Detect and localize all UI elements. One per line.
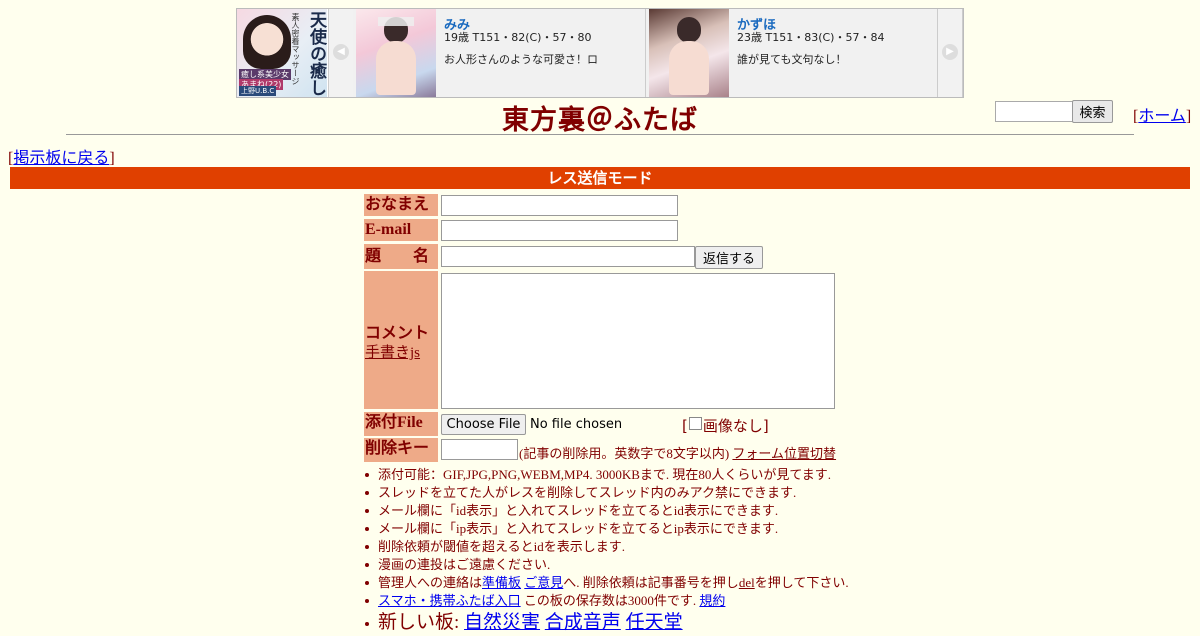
home-link-wrap: [ホーム] (1133, 102, 1191, 126)
list-item: 削除依頼が閾値を超えるとidを表示します. (364, 538, 849, 556)
back-to-board-link[interactable]: 掲示板に戻る (13, 150, 109, 167)
ad-photo-head (677, 17, 701, 43)
comment-textarea[interactable] (441, 273, 835, 409)
comment-label-cell: コメント 手書きjs (364, 271, 438, 409)
choose-file-button[interactable]: Choose File (441, 414, 526, 435)
list-item: スマホ・携帯ふたば入口 この板の保存数は3000件です. 規約 (364, 592, 849, 610)
ad-card-stats: 19歳 T151・82(C)・57・80 (444, 31, 592, 44)
feedback-link[interactable]: ご意見 (524, 575, 563, 590)
ad-banner-image[interactable]: 天使の癒し 素人密着マッサージ 癒し系美少女 あまね(22) 上野U.B.C (237, 9, 327, 97)
list-item: 添付可能：GIF,JPG,PNG,WEBM,MP4. 3000KBまで. 現在8… (364, 466, 849, 484)
home-link[interactable]: ホーム (1138, 108, 1186, 125)
chevron-left-icon: ◀ (333, 44, 349, 60)
bracket: ] (1185, 108, 1192, 125)
divider (66, 134, 1134, 135)
search-button[interactable]: 検索 (1072, 100, 1113, 123)
subject-field[interactable] (441, 246, 695, 267)
ad-photo-body (376, 41, 416, 95)
ad-photo-blur (378, 17, 414, 26)
list-item: 新しい板: 自然災害 合成音声 任天堂 (364, 610, 849, 634)
list-item: メール欄に「ip表示」と入れてスレッドを立てるとip表示にできます. (364, 520, 849, 538)
bracket: ] (109, 150, 115, 167)
prep-board-link[interactable]: 準備板 (482, 575, 521, 590)
form-position-toggle-link[interactable]: フォーム位置切替 (732, 446, 836, 461)
ad-next-button[interactable]: ▶ (937, 9, 963, 97)
ad-photo-body (669, 41, 709, 95)
note-text: を押して下さい. (754, 575, 849, 590)
handwriting-link[interactable]: 手書きjs (365, 341, 420, 362)
ad-card-stats: 23歳 T151・83(C)・57・84 (737, 31, 885, 44)
name-field[interactable] (441, 195, 678, 216)
no-image-checkbox[interactable] (688, 417, 702, 430)
delete-key-field[interactable] (441, 439, 518, 460)
comment-label: コメント (365, 325, 430, 342)
delete-key-hint: (記事の削除用。英数字で8文字以内) (519, 446, 730, 461)
ad-banner-tag: 上野U.B.C (239, 86, 277, 96)
ad-model-photo (243, 15, 291, 69)
list-item: メール欄に「id表示」と入れてスレッドを立てるとid表示にできます. (364, 502, 849, 520)
note-text: へ. 削除依頼は記事番号を押し (563, 575, 739, 590)
list-item: スレッドを立てた人がレスを削除してスレッド内のみアク禁にできます. (364, 484, 849, 502)
note-text: この板の保存数は3000件です. (523, 593, 697, 608)
email-label: E-mail (364, 219, 438, 241)
ad-card[interactable]: みみ 19歳 T151・82(C)・57・80 お人形さんのような可愛さ！ロ (353, 9, 646, 97)
mobile-entrance-link[interactable]: スマホ・携帯ふたば入口 (378, 593, 521, 608)
reply-mode-bar: レス送信モード (10, 167, 1190, 189)
email-field[interactable] (441, 220, 678, 241)
back-link-wrap: [掲示板に戻る] (8, 144, 115, 168)
ad-banner[interactable]: 天使の癒し 素人密着マッサージ 癒し系美少女 あまね(22) 上野U.B.C ◀… (236, 8, 964, 98)
reply-submit-button[interactable]: 返信する (695, 246, 763, 269)
ad-card-desc: お人形さんのような可愛さ！ロ (444, 53, 598, 66)
file-label: 添付File (364, 412, 438, 436)
rules-link[interactable]: 規約 (699, 593, 725, 608)
ad-card-photo (649, 9, 729, 97)
ad-card[interactable]: かずほ 23歳 T151・83(C)・57・84 誰が見ても文句なし！ (646, 9, 939, 97)
list-item: 漫画の連投はご遠慮ください. (364, 556, 849, 574)
name-label: おなまえ (364, 194, 438, 216)
no-image-label: 画像なし (702, 417, 763, 435)
no-image-option: [画像なし] (682, 417, 769, 435)
search-input[interactable] (995, 101, 1073, 122)
notes-list: 添付可能：GIF,JPG,PNG,WEBM,MP4. 3000KBまで. 現在8… (364, 466, 849, 634)
note-text: 管理人への連絡は (378, 575, 483, 590)
chevron-right-icon: ▶ (942, 44, 958, 60)
ad-banner-subtitle: 素人密着マッサージ (291, 13, 300, 85)
ad-card-desc: 誰が見ても文句なし！ (737, 53, 847, 66)
subject-label: 題 名 (364, 244, 438, 269)
ad-card-photo (356, 9, 436, 97)
list-item: 管理人への連絡は準備板 ご意見へ. 削除依頼は記事番号を押しdelを押して下さい… (364, 574, 849, 592)
del-link[interactable]: del (739, 575, 755, 590)
delete-key-label: 削除キー (364, 438, 438, 462)
ad-banner-title: 天使の癒し (306, 11, 326, 96)
file-status: No file chosen (530, 417, 623, 432)
delete-key-note: (記事の削除用。英数字で8文字以内) フォーム位置切替 (519, 443, 836, 462)
ad-prev-button[interactable]: ◀ (328, 9, 354, 97)
